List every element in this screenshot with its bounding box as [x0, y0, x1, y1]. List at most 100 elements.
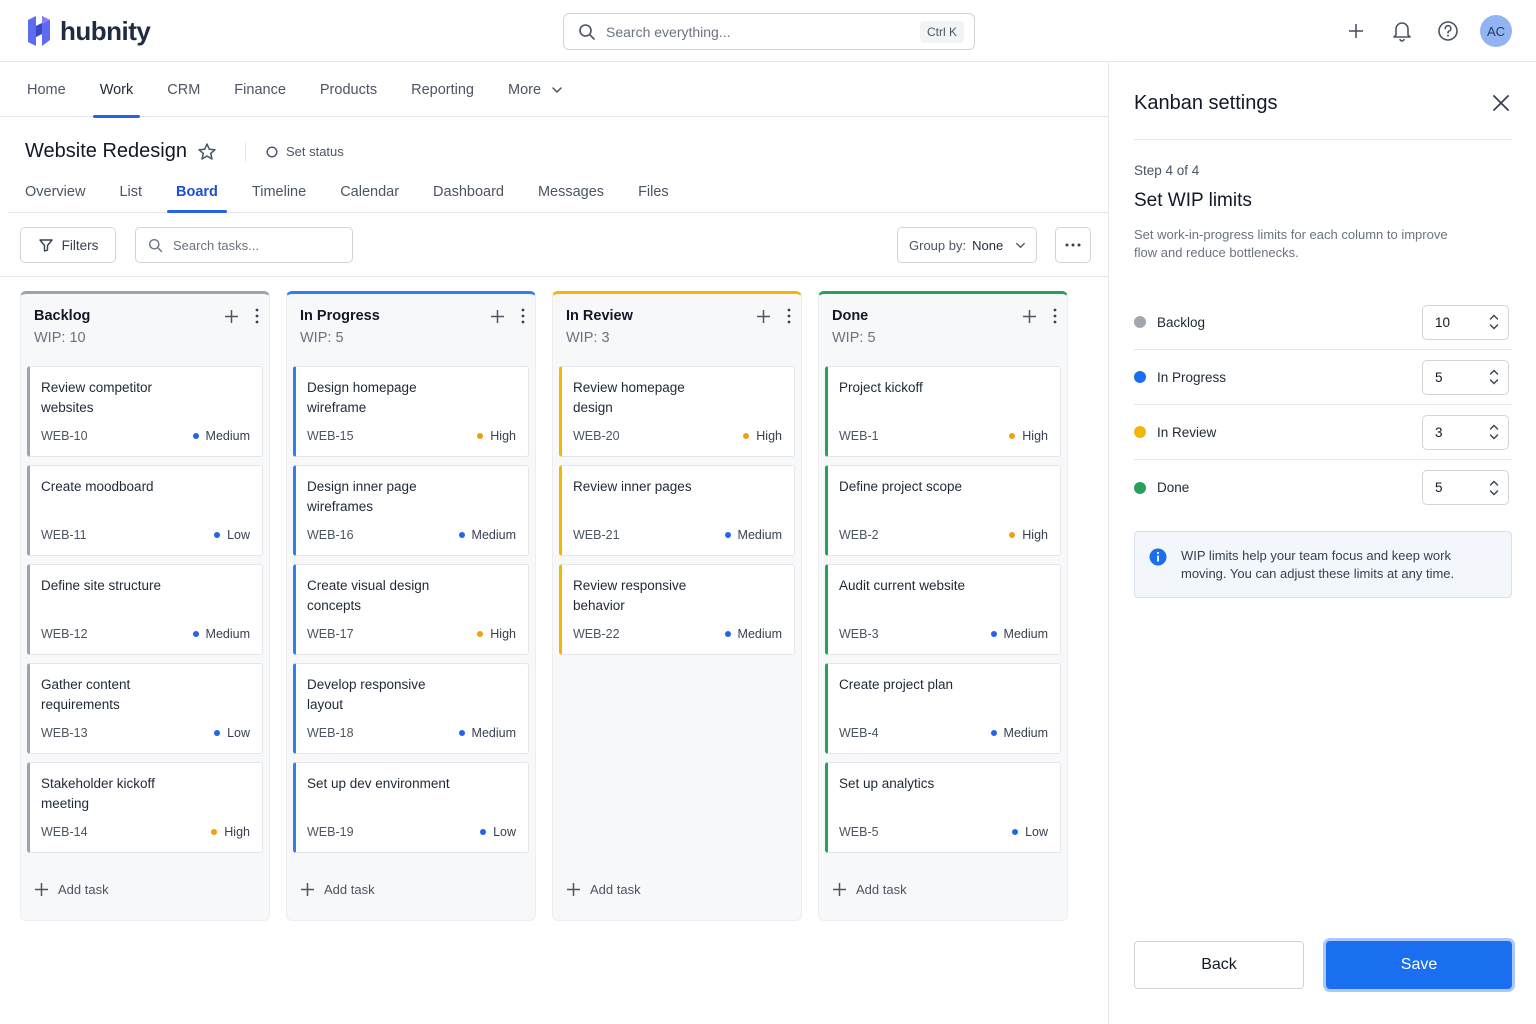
wip-limit-label: Done: [1157, 480, 1190, 495]
tab-files[interactable]: Files: [621, 172, 686, 212]
close-panel-button[interactable]: [1490, 92, 1512, 114]
task-card[interactable]: Gather content requirements WEB-13 Low: [27, 663, 263, 754]
add-task-button[interactable]: Add task: [300, 882, 375, 897]
stepper-arrows-icon: [1489, 480, 1499, 495]
tab-board[interactable]: Board: [159, 172, 235, 213]
add-task-button[interactable]: Add task: [832, 882, 907, 897]
column-add-button[interactable]: [756, 309, 771, 329]
column-header: Backlog WIP: 10: [21, 294, 269, 366]
task-card[interactable]: Set up dev environment WEB-19 Low: [293, 762, 529, 853]
group-by-select[interactable]: Group by: None: [897, 227, 1037, 263]
column-menu-button[interactable]: [787, 308, 791, 329]
priority-label: Medium: [737, 528, 782, 542]
priority-dot: [990, 730, 997, 736]
wip-limit-label: In Review: [1157, 424, 1217, 440]
search-icon: [579, 23, 595, 40]
task-card[interactable]: Develop responsive layout WEB-18 Medium: [293, 663, 529, 754]
nav-item-work[interactable]: Work: [83, 62, 151, 118]
priority-badge: Low: [214, 726, 250, 740]
task-card[interactable]: Review inner pages WEB-21 Medium: [559, 465, 795, 556]
create-button[interactable]: [1342, 15, 1370, 47]
task-card[interactable]: Project kickoff WEB-1 High: [825, 366, 1061, 457]
wip-limit-stepper[interactable]: 3: [1422, 414, 1509, 450]
tab-overview[interactable]: Overview: [8, 172, 102, 212]
user-avatar[interactable]: AC: [1480, 15, 1512, 47]
filters-button[interactable]: Filters: [20, 227, 116, 263]
wip-limit-row: In Review 3: [1134, 405, 1512, 460]
column-color-dot: [1134, 481, 1146, 494]
nav-item-crm[interactable]: CRM: [150, 62, 217, 117]
nav-item-home[interactable]: Home: [10, 62, 83, 117]
task-card[interactable]: Review competitor websites WEB-10 Medium: [27, 366, 263, 457]
priority-label: High: [1022, 429, 1048, 443]
column-header: Done WIP: 5: [819, 294, 1067, 366]
priority-label: Low: [1025, 825, 1048, 839]
priority-badge: Medium: [458, 528, 516, 542]
wip-limit-stepper[interactable]: 5: [1422, 470, 1509, 505]
task-card[interactable]: Create visual design concepts WEB-17 High: [293, 564, 529, 655]
plus-icon: [225, 309, 238, 323]
priority-label: High: [756, 429, 782, 443]
column-add-button[interactable]: [224, 309, 239, 329]
global-search-input[interactable]: Search everything... Ctrl K: [563, 13, 975, 50]
add-task-button[interactable]: Add task: [34, 882, 109, 897]
board-more-button[interactable]: [1055, 227, 1091, 263]
task-id: WEB-2: [839, 528, 879, 542]
nav-item-products[interactable]: Products: [303, 62, 394, 117]
task-card[interactable]: Audit current website WEB-3 Medium: [825, 564, 1061, 655]
nav-item-finance[interactable]: Finance: [217, 62, 303, 117]
column-add-button[interactable]: [1022, 309, 1037, 329]
column-menu-button[interactable]: [255, 308, 259, 329]
task-card[interactable]: Design homepage wireframe WEB-15 High: [293, 366, 529, 457]
tab-messages[interactable]: Messages: [521, 172, 621, 212]
app-name: hubnity: [60, 15, 151, 46]
tab-timeline[interactable]: Timeline: [235, 172, 323, 212]
task-card[interactable]: Create moodboard WEB-11 Low: [27, 465, 263, 556]
tab-dashboard[interactable]: Dashboard: [416, 172, 521, 212]
task-footer: WEB-21 Medium: [573, 528, 782, 542]
column-menu-button[interactable]: [1053, 308, 1057, 329]
task-id: WEB-18: [307, 726, 354, 740]
set-status-button[interactable]: Set status: [266, 144, 344, 159]
task-card[interactable]: Stakeholder kickoff meeting WEB-14 High: [27, 762, 263, 853]
priority-dot: [1009, 433, 1016, 439]
notifications-button[interactable]: [1388, 15, 1416, 47]
priority-label: Medium: [205, 627, 250, 641]
star-icon[interactable]: [197, 142, 217, 162]
task-card[interactable]: Define site structure WEB-12 Medium: [27, 564, 263, 655]
task-card[interactable]: Set up analytics WEB-5 Low: [825, 762, 1061, 853]
task-card[interactable]: Create project plan WEB-4 Medium: [825, 663, 1061, 754]
task-card[interactable]: Review responsive behavior WEB-22 Medium: [559, 564, 795, 655]
wip-limit-stepper[interactable]: 10: [1422, 304, 1509, 340]
back-button[interactable]: Back: [1134, 941, 1304, 989]
task-footer: WEB-12 Medium: [41, 627, 250, 641]
tab-calendar[interactable]: Calendar: [323, 172, 416, 212]
task-search-input[interactable]: Search tasks...: [135, 227, 353, 263]
priority-dot: [724, 631, 731, 637]
task-title: Gather content requirements: [41, 677, 131, 712]
column-menu-button[interactable]: [521, 308, 525, 329]
column-actions: [490, 308, 525, 329]
help-button[interactable]: [1434, 15, 1462, 47]
tab-list[interactable]: List: [102, 172, 159, 212]
info-text: WIP limits help your team focus and keep…: [1181, 548, 1455, 581]
task-card[interactable]: Define project scope WEB-2 High: [825, 465, 1061, 556]
card-list: Project kickoff WEB-1 High Define project s…: [819, 366, 1067, 853]
nav-item-more[interactable]: More: [491, 62, 580, 117]
task-card[interactable]: Design inner page wireframes WEB-16 Medium: [293, 465, 529, 556]
task-footer: WEB-14 High: [41, 825, 250, 839]
add-task-button[interactable]: Add task: [566, 882, 641, 897]
task-card[interactable]: Review homepage design WEB-20 High: [559, 366, 795, 457]
column-actions: [224, 308, 259, 329]
app-logo[interactable]: hubnity: [24, 14, 151, 48]
nav-item-reporting[interactable]: Reporting: [394, 62, 491, 117]
plus-icon: [833, 883, 846, 896]
priority-badge: Medium: [724, 528, 782, 542]
column-add-button[interactable]: [490, 309, 505, 329]
priority-label: High: [490, 627, 516, 641]
priority-badge: High: [1009, 528, 1048, 542]
wip-limit-stepper[interactable]: 5: [1422, 359, 1509, 395]
priority-label: Medium: [1003, 627, 1048, 641]
save-button[interactable]: Save: [1326, 941, 1512, 989]
priority-dot: [458, 532, 465, 538]
